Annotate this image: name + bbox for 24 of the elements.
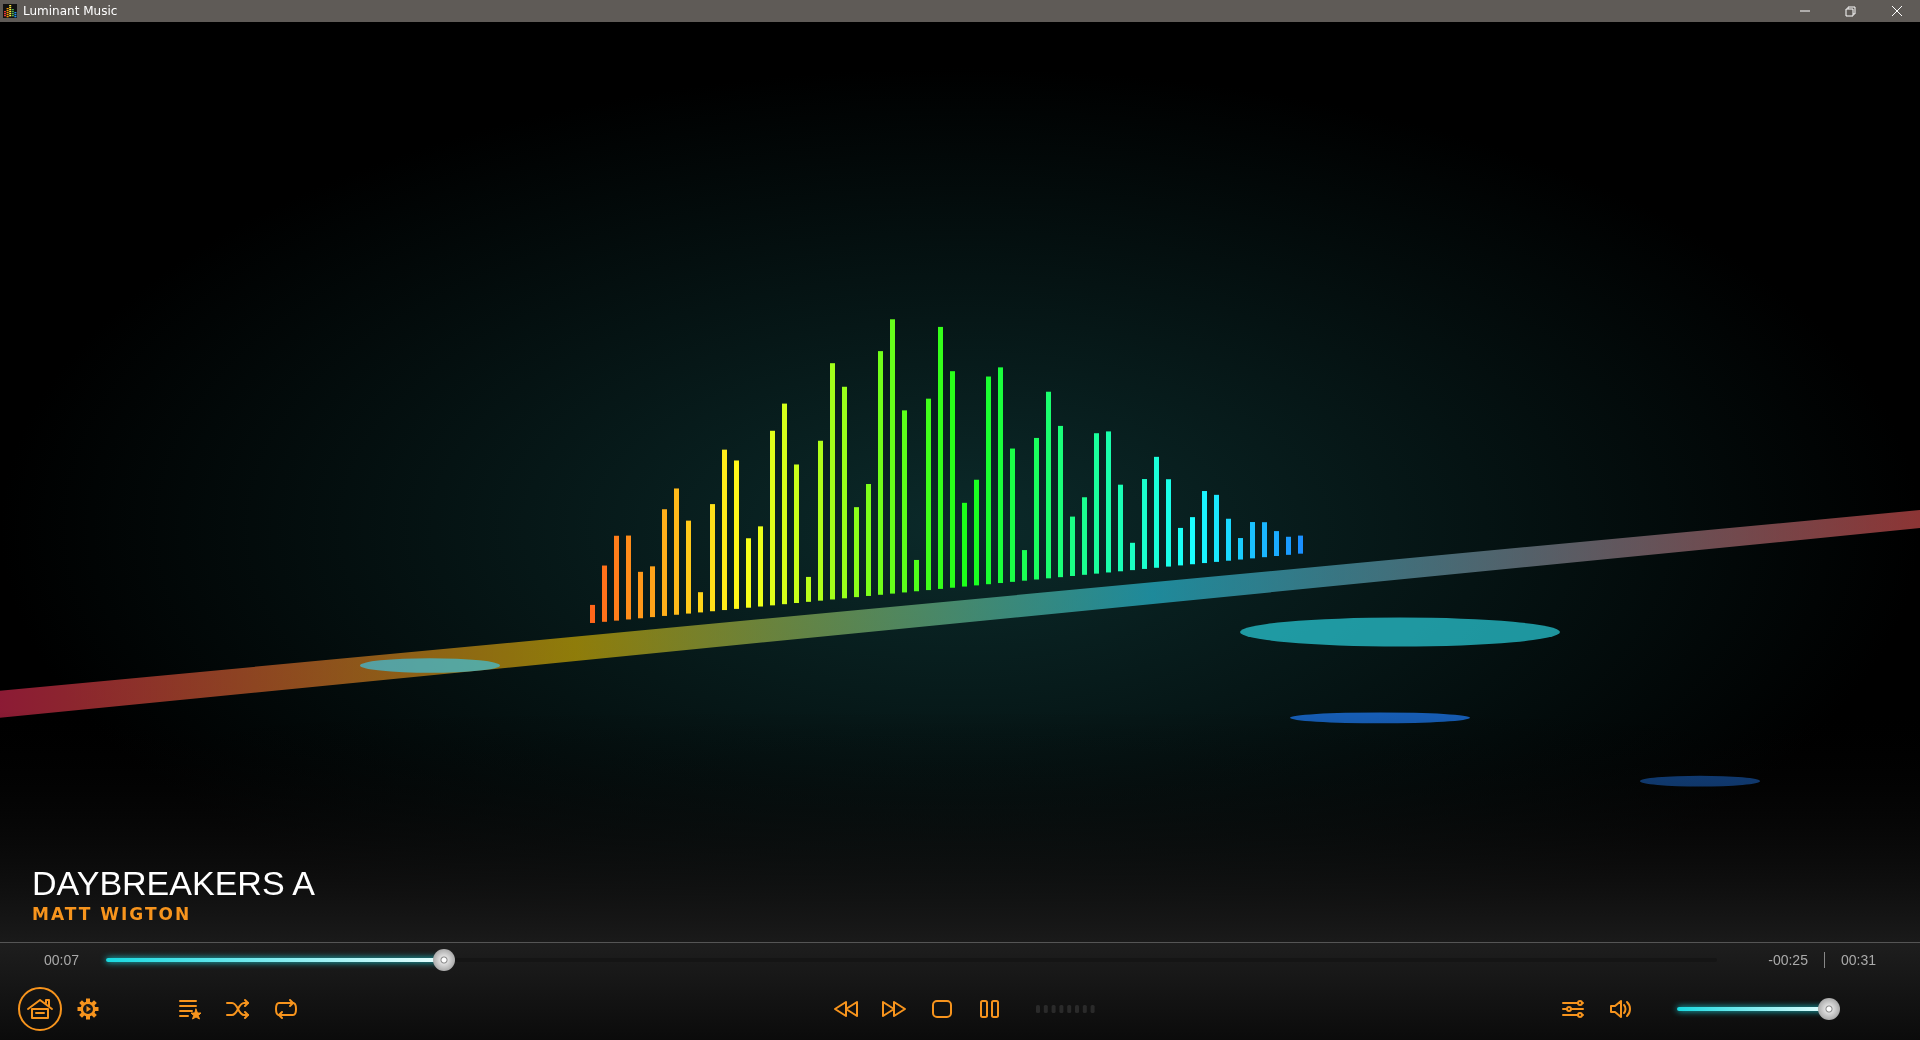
seek-handle[interactable] bbox=[433, 949, 456, 971]
home-button[interactable] bbox=[18, 986, 62, 1031]
shuffle-icon bbox=[225, 997, 251, 1020]
window-title: Luminant Music bbox=[23, 4, 119, 18]
pause-icon bbox=[979, 998, 1001, 1019]
fast-forward-icon bbox=[881, 999, 907, 1018]
restore-icon bbox=[1845, 5, 1857, 17]
stop-icon bbox=[931, 998, 953, 1019]
level-dots-icon bbox=[1036, 1004, 1096, 1013]
gear-icon bbox=[77, 997, 99, 1020]
remaining-time: -00:25 bbox=[1768, 952, 1808, 968]
elapsed-time: 00:07 bbox=[44, 952, 81, 968]
app-logo-icon bbox=[3, 4, 17, 18]
home-icon bbox=[26, 996, 54, 1021]
volume-icon bbox=[1609, 997, 1633, 1020]
song-title: DAYBREAKERS A bbox=[32, 864, 315, 902]
equalizer-icon bbox=[1561, 998, 1585, 1019]
total-time: 00:31 bbox=[1840, 952, 1876, 968]
artist-name: MATT WIGTON bbox=[32, 904, 192, 924]
close-icon bbox=[1891, 5, 1903, 17]
volume-handle[interactable] bbox=[1818, 997, 1840, 1020]
rewind-icon bbox=[833, 999, 859, 1018]
repeat-icon bbox=[273, 996, 299, 1021]
playlist-star-icon bbox=[178, 997, 202, 1020]
